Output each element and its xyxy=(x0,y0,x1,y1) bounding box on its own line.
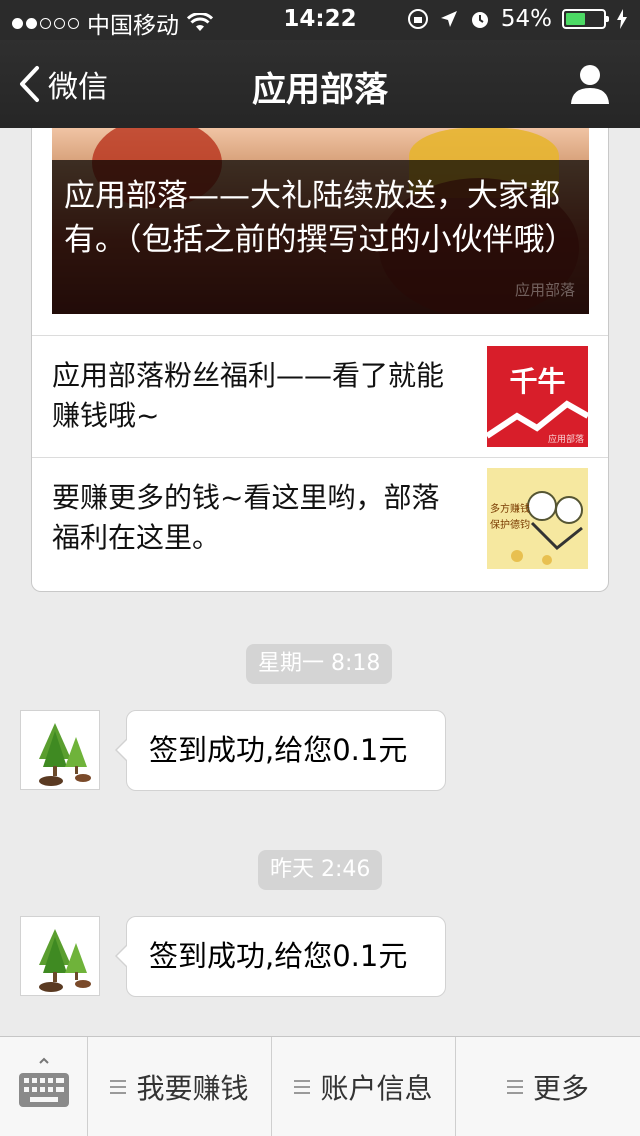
article-card: 应用部落——大礼陆续放送，大家都有。（包括之前的撰写过的小伙伴哦） 应用部落 应… xyxy=(31,128,609,592)
article-thumbnail: 千牛 应用部落 xyxy=(487,346,588,447)
menu-item-label: 账户信息 xyxy=(320,1071,433,1105)
menu-icon xyxy=(110,1079,127,1094)
article-cover[interactable]: 应用部落——大礼陆续放送，大家都有。（包括之前的撰写过的小伙伴哦） 应用部落 xyxy=(52,128,589,314)
menu-item-label: 更多 xyxy=(532,1071,589,1105)
article-item[interactable]: 应用部落粉丝福利——看了就能赚钱哦~ 千牛 应用部落 xyxy=(32,335,608,457)
rotation-lock-icon xyxy=(407,9,428,29)
bottom-menu: 我要赚钱 账户信息 更多 xyxy=(0,1036,640,1136)
avatar[interactable] xyxy=(20,916,100,996)
keyboard-icon xyxy=(19,1057,69,1107)
avatar[interactable] xyxy=(20,710,100,790)
menu-item-account[interactable]: 账户信息 xyxy=(272,1037,456,1136)
keyboard-toggle-button[interactable] xyxy=(0,1037,88,1136)
person-icon[interactable] xyxy=(568,62,612,106)
article-item-title: 要赚更多的钱~看这里哟，部落福利在这里。 xyxy=(52,481,440,554)
charging-icon xyxy=(617,9,627,29)
status-bar: 中国移动 14:22 54% xyxy=(0,0,640,40)
battery-icon xyxy=(562,9,609,29)
nav-bar: 微信 应用部落 xyxy=(0,40,640,128)
location-icon xyxy=(440,11,457,27)
tree-avatar-icon xyxy=(39,929,91,992)
timestamp: 昨天 2:46 xyxy=(258,850,383,890)
timestamp: 星期一 8:18 xyxy=(246,644,393,684)
cover-title: 应用部落——大礼陆续放送，大家都有。（包括之前的撰写过的小伙伴哦） xyxy=(52,160,589,314)
article-thumbnail: 多方赚钱 保护德钧 xyxy=(487,468,588,569)
menu-icon xyxy=(506,1079,523,1094)
article-item-title: 应用部落粉丝福利——看了就能赚钱哦~ xyxy=(52,359,445,432)
alarm-icon xyxy=(471,12,488,28)
article-item[interactable]: 要赚更多的钱~看这里哟，部落福利在这里。 多方赚钱 保护德钧 xyxy=(32,457,608,579)
thumbnail-text: 多方赚钱 保护德钧 xyxy=(490,504,530,531)
status-right: 54% xyxy=(407,6,628,32)
message-bubble[interactable]: 签到成功,给您0.1元 xyxy=(115,710,446,791)
thumbnail-watermark: 应用部落 xyxy=(547,435,584,445)
battery-percent: 54% xyxy=(500,6,552,32)
menu-item-more[interactable]: 更多 xyxy=(456,1037,640,1136)
cover-watermark: 应用部落 xyxy=(514,281,575,299)
page-title: 应用部落 xyxy=(252,70,388,110)
tree-avatar-icon xyxy=(39,723,91,786)
message-bubble[interactable]: 签到成功,给您0.1元 xyxy=(115,916,446,997)
menu-item-earn[interactable]: 我要赚钱 xyxy=(88,1037,272,1136)
menu-icon xyxy=(294,1079,311,1094)
menu-item-label: 我要赚钱 xyxy=(136,1071,249,1105)
